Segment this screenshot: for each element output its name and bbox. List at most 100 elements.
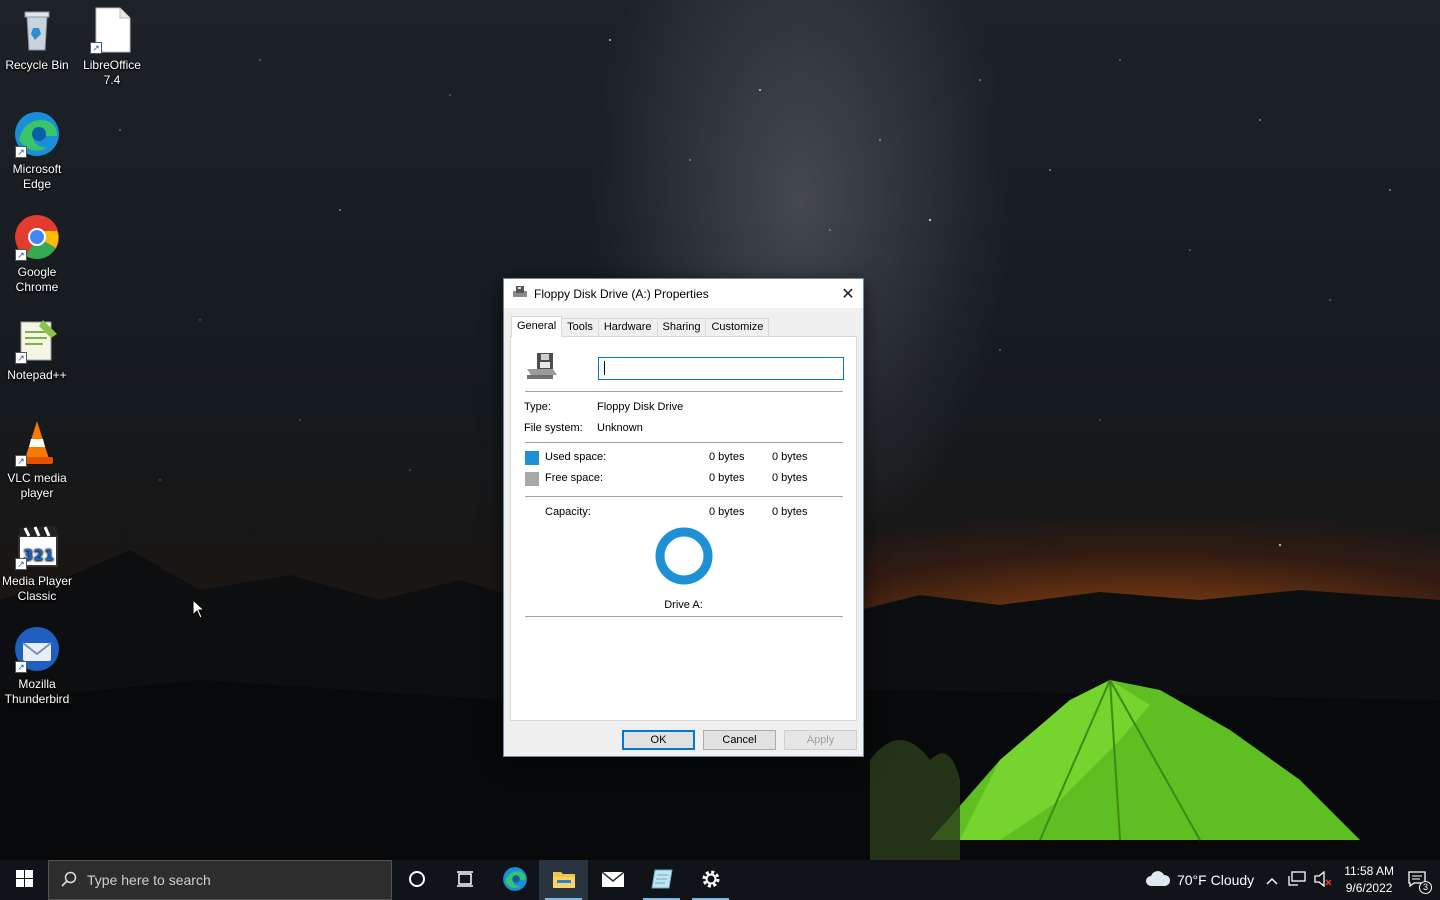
cortana-button[interactable] xyxy=(392,860,441,900)
file-system-value: Unknown xyxy=(597,422,643,434)
tab-general[interactable]: General xyxy=(511,316,563,337)
tab-strip: General Tools Hardware Sharing Customize xyxy=(511,316,770,337)
desktop-icon-label: LibreOffice 7.4 xyxy=(83,58,141,87)
weather-text: 70°F Cloudy xyxy=(1176,872,1255,888)
clock-date: 9/6/2022 xyxy=(1345,881,1393,895)
cancel-button[interactable]: Cancel xyxy=(703,730,776,750)
volume-muted-icon[interactable] xyxy=(1314,870,1332,890)
show-hidden-icons-chevron-icon[interactable] xyxy=(1266,872,1278,888)
start-button[interactable] xyxy=(0,860,48,900)
type-label: Type: xyxy=(524,401,551,413)
chrome-icon: ↗ xyxy=(13,213,61,261)
notepad-icon xyxy=(650,868,674,893)
close-icon: ✕ xyxy=(841,285,855,303)
task-view-icon xyxy=(456,870,476,891)
taskbar-edge[interactable] xyxy=(490,860,539,900)
file-system-label: File system: xyxy=(524,422,583,434)
type-value: Floppy Disk Drive xyxy=(597,401,684,413)
ok-button[interactable]: OK xyxy=(622,730,695,750)
dialog-titlebar[interactable]: Floppy Disk Drive (A:) Properties ✕ xyxy=(504,279,863,308)
edge-icon: ↗ xyxy=(13,110,61,158)
desktop-icon-google-chrome[interactable]: ↗ Google Chrome xyxy=(0,213,74,295)
desktop-icon-libreoffice[interactable]: ↗ LibreOffice 7.4 xyxy=(75,6,149,88)
shortcut-arrow-icon: ↗ xyxy=(15,558,27,570)
notification-count-badge: 3 xyxy=(1419,880,1432,894)
shortcut-arrow-icon: ↗ xyxy=(15,249,27,261)
network-icon[interactable] xyxy=(1288,870,1306,890)
desktop-icon-label: Recycle Bin xyxy=(5,58,69,72)
separator xyxy=(525,442,843,443)
mail-icon xyxy=(601,870,625,891)
mouse-cursor-icon xyxy=(192,599,206,619)
windows-logo-icon xyxy=(15,870,33,890)
desktop-icon-label: Notepad++ xyxy=(7,368,67,382)
notepad-plus-plus-icon: ↗ xyxy=(13,316,61,364)
libreoffice-icon: ↗ xyxy=(88,6,136,54)
floppy-drive-icon xyxy=(525,351,559,384)
drive-name-input[interactable] xyxy=(598,357,844,380)
used-space-size: 0 bytes xyxy=(772,451,808,463)
taskbar-notepad[interactable] xyxy=(637,860,686,900)
tab-customize[interactable]: Customize xyxy=(705,318,770,337)
dialog-title: Floppy Disk Drive (A:) Properties xyxy=(534,286,709,301)
desktop-icon-notepad-plus-plus[interactable]: ↗ Notepad++ xyxy=(0,316,74,383)
desktop-icon-media-player-classic[interactable]: 321 ↗ Media Player Classic xyxy=(0,522,74,604)
general-tab-panel: Type: Floppy Disk Drive File system: Unk… xyxy=(510,336,857,721)
used-space-bytes: 0 bytes xyxy=(709,451,745,463)
clock-time: 11:58 AM xyxy=(1344,864,1394,878)
taskbar: Type here to search 70°F Cloudy 11:58 AM… xyxy=(0,860,1440,900)
tab-tools[interactable]: Tools xyxy=(561,318,599,337)
capacity-label: Capacity: xyxy=(545,506,591,518)
close-button[interactable]: ✕ xyxy=(833,279,863,308)
search-icon xyxy=(61,871,77,890)
shortcut-arrow-icon: ↗ xyxy=(15,352,27,364)
cortana-circle-icon xyxy=(408,870,426,891)
used-space-swatch xyxy=(525,451,539,465)
taskbar-mail[interactable] xyxy=(588,860,637,900)
free-space-swatch xyxy=(525,472,539,486)
desktop-icon-thunderbird[interactable]: ↗ Mozilla Thunderbird xyxy=(0,625,74,707)
free-space-label: Free space: xyxy=(545,472,604,484)
tab-sharing[interactable]: Sharing xyxy=(656,318,707,337)
vlc-cone-icon: ↗ xyxy=(13,419,61,467)
desktop-icon-recycle-bin[interactable]: Recycle Bin xyxy=(0,6,74,73)
action-center-button[interactable]: 3 xyxy=(1408,870,1432,894)
taskbar-file-explorer[interactable] xyxy=(539,860,588,900)
disk-usage-donut xyxy=(655,527,713,585)
drive-properties-dialog: Floppy Disk Drive (A:) Properties ✕ Gene… xyxy=(503,278,864,757)
shortcut-arrow-icon: ↗ xyxy=(15,146,27,158)
mpc-clapper-icon: 321 ↗ xyxy=(13,522,61,570)
task-view-button[interactable] xyxy=(441,860,490,900)
desktop-icon-label: Media Player Classic xyxy=(1,574,73,603)
desktop-icon-label: VLC media player xyxy=(7,471,67,500)
apply-button[interactable]: Apply xyxy=(784,730,857,750)
shortcut-arrow-icon: ↗ xyxy=(15,455,27,467)
taskbar-settings[interactable] xyxy=(686,860,735,900)
taskbar-search-box[interactable]: Type here to search xyxy=(48,860,392,900)
search-placeholder: Type here to search xyxy=(87,872,211,888)
desktop-icon-label: Mozilla Thunderbird xyxy=(4,677,70,706)
system-tray: 70°F Cloudy 11:58 AM 9/6/2022 3 xyxy=(1145,860,1440,900)
free-space-size: 0 bytes xyxy=(772,472,808,484)
tab-hardware[interactable]: Hardware xyxy=(597,318,658,337)
floppy-drive-small-icon xyxy=(512,285,528,302)
shortcut-arrow-icon: ↗ xyxy=(15,661,27,673)
separator xyxy=(525,496,843,497)
weather-widget[interactable]: 70°F Cloudy xyxy=(1145,870,1254,891)
separator xyxy=(525,391,843,392)
desktop-icon-label: Google Chrome xyxy=(15,265,59,294)
desktop-icon-vlc[interactable]: ↗ VLC media player xyxy=(0,419,74,501)
edge-icon xyxy=(502,866,528,895)
capacity-size: 0 bytes xyxy=(772,506,808,518)
drive-letter-label: Drive A: xyxy=(664,599,703,611)
svg-text:321: 321 xyxy=(23,546,54,564)
separator xyxy=(525,616,843,617)
cloud-icon xyxy=(1145,870,1171,891)
system-clock[interactable]: 11:58 AM 9/6/2022 xyxy=(1344,863,1394,897)
shortcut-arrow-icon: ↗ xyxy=(90,42,102,54)
recycle-bin-icon xyxy=(13,6,61,54)
text-caret xyxy=(604,361,605,375)
capacity-bytes: 0 bytes xyxy=(709,506,745,518)
thunderbird-icon: ↗ xyxy=(13,625,61,673)
desktop-icon-microsoft-edge[interactable]: ↗ Microsoft Edge xyxy=(0,110,74,192)
